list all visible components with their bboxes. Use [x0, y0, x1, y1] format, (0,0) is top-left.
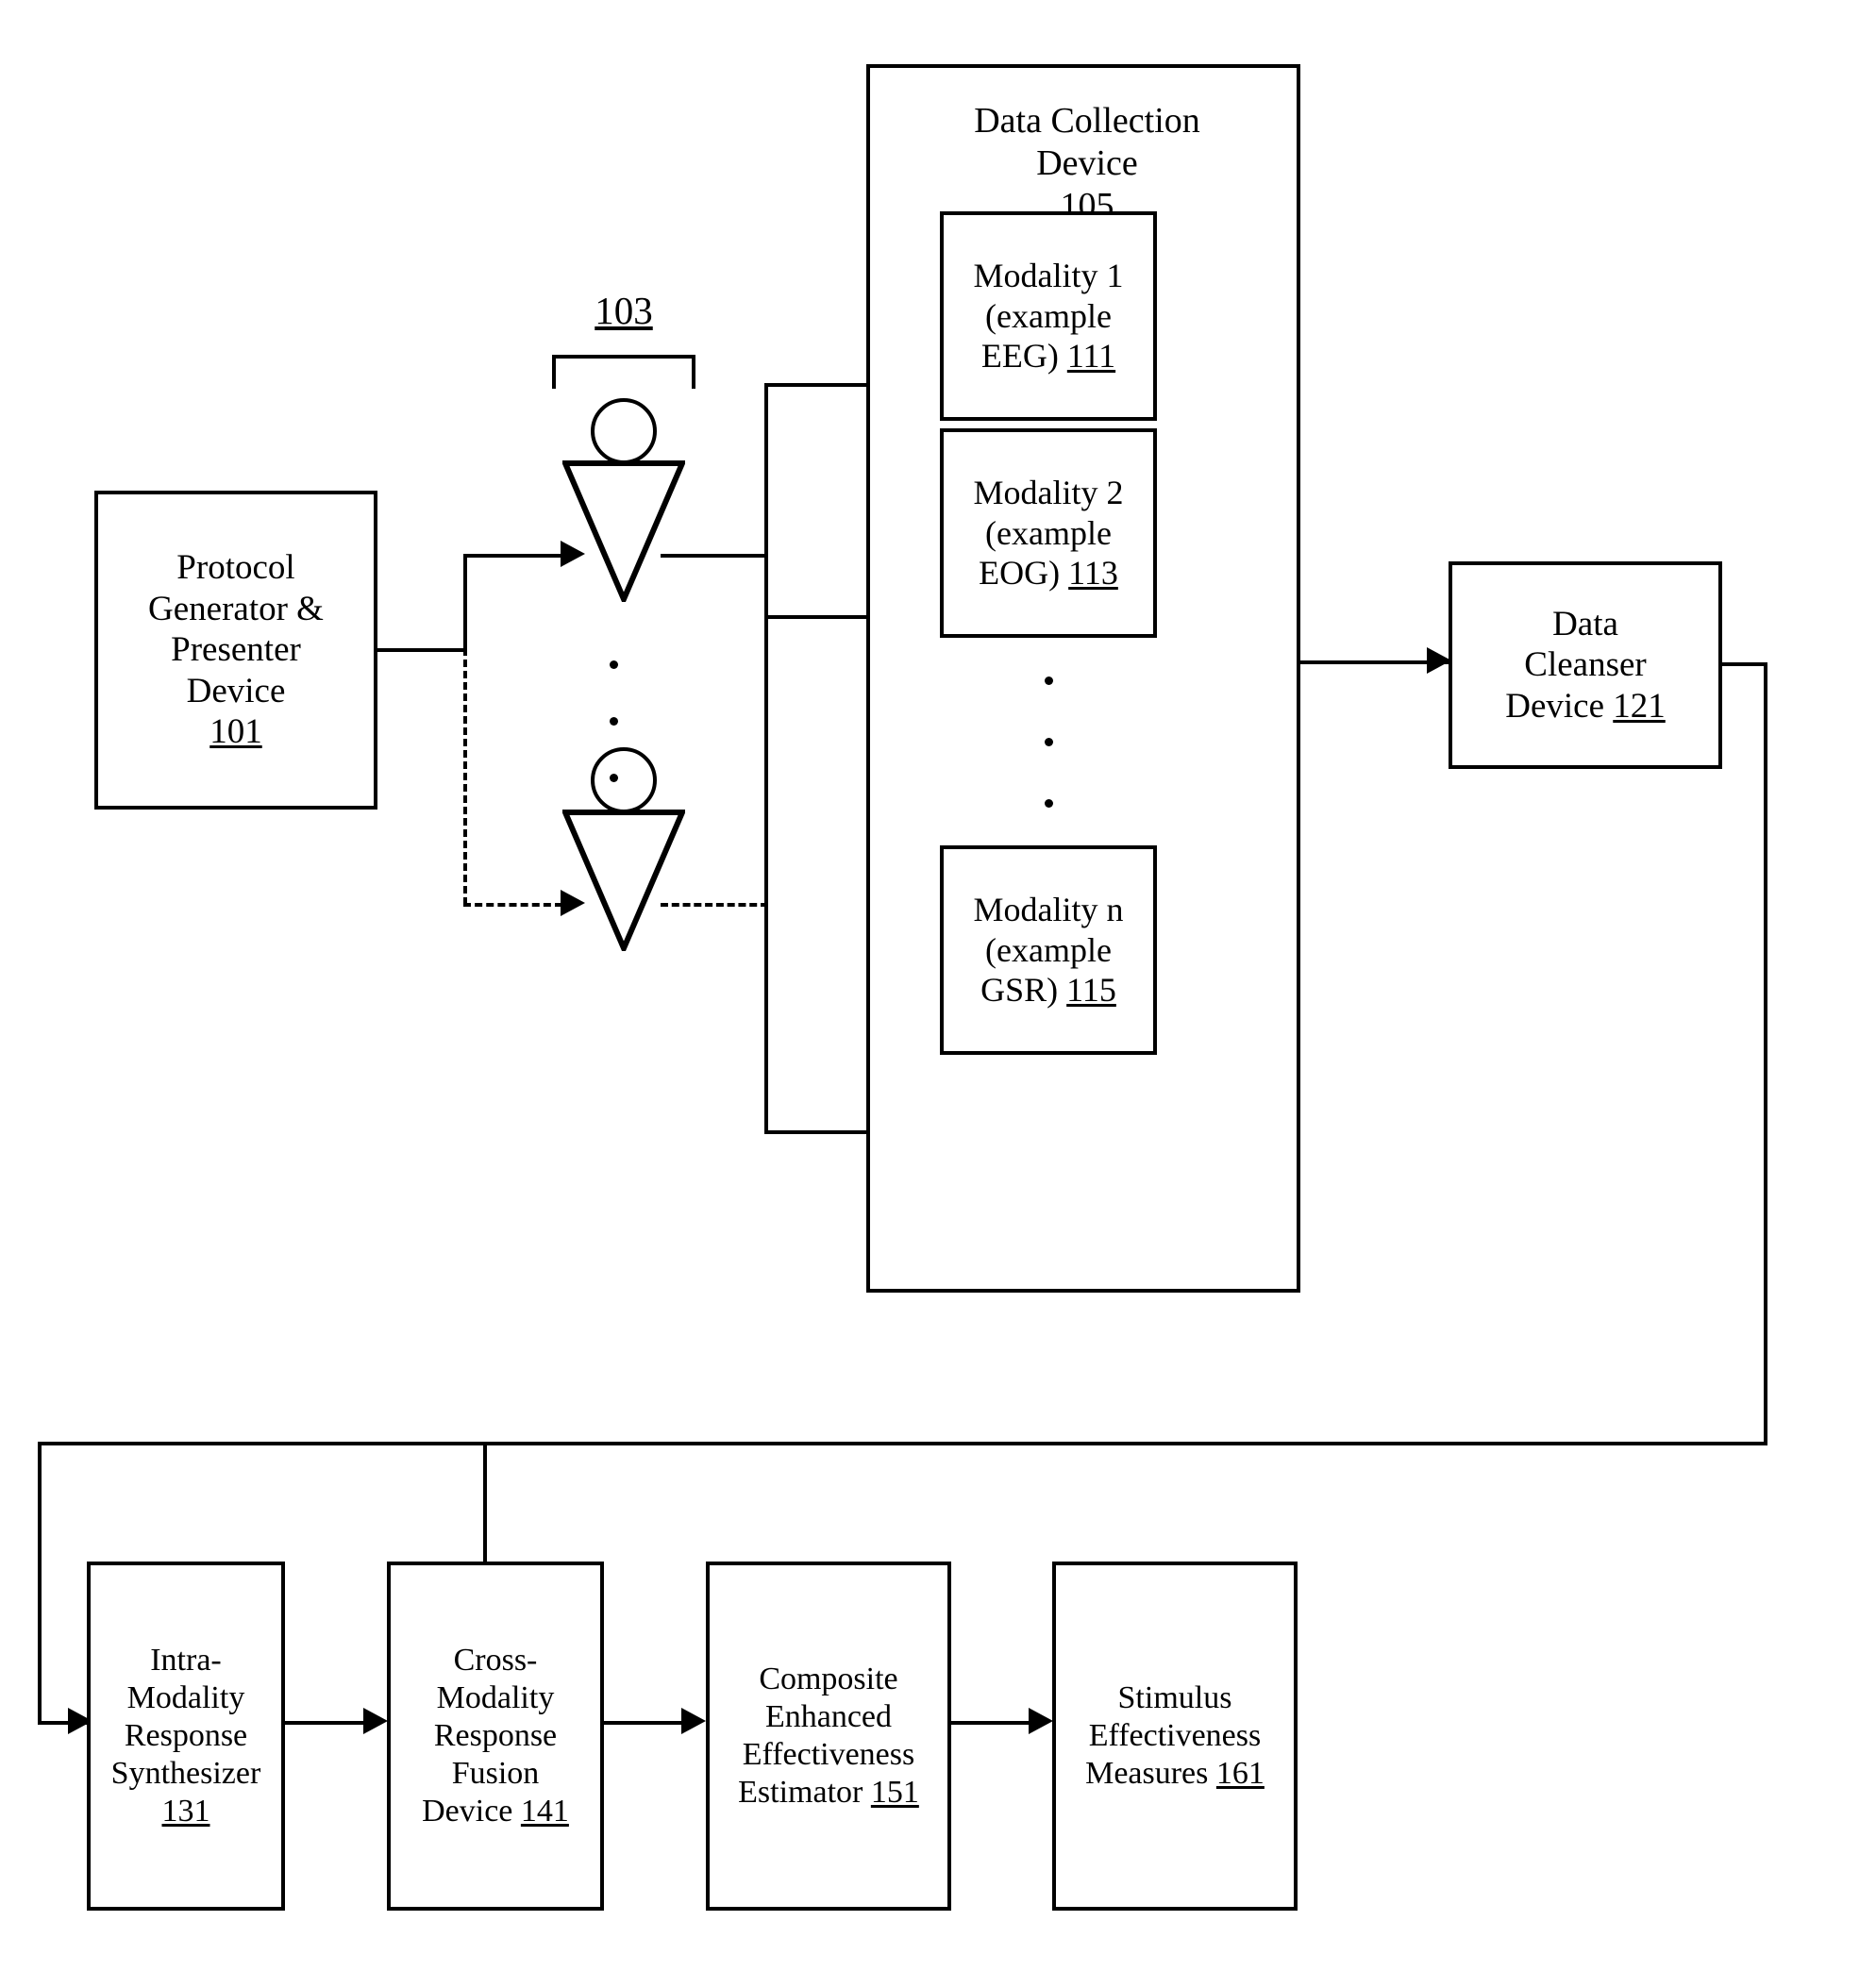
subjects-group-bracket — [552, 355, 695, 389]
modality-1-ref: 111 — [1066, 337, 1116, 376]
person-2-body-icon — [562, 810, 685, 951]
subject-person-2 — [562, 747, 685, 951]
patent-figure: Protocol Generator & Presenter Device 10… — [0, 0, 1876, 1971]
intra-modality-line3: Response — [124, 1717, 248, 1753]
wire-cleanser-drop — [1764, 662, 1767, 1445]
protocol-generator-line1: Protocol — [176, 547, 295, 587]
protocol-generator-line4: Device — [186, 671, 286, 710]
block-protocol-generator-presenter-device[interactable]: Protocol Generator & Presenter Device 10… — [94, 491, 377, 810]
ellipsis-dot-subjects-1 — [610, 660, 618, 669]
modality-1-line1: Modality 1 — [973, 257, 1124, 295]
wire-to-person-2-dashed — [463, 903, 562, 907]
channel-bottom-bottomedge — [764, 1130, 873, 1134]
person-1-body-icon — [562, 460, 685, 602]
block-modality-1[interactable]: Modality 1 (example EEG) 111 — [940, 211, 1157, 421]
stimulus-measures-line2: Effectiveness — [1088, 1717, 1262, 1753]
block-intra-modality-response-synthesizer[interactable]: Intra- Modality Response Synthesizer 131 — [87, 1562, 285, 1911]
arrow-composite-to-stimulus — [1029, 1708, 1053, 1734]
intra-modality-line2: Modality — [126, 1679, 245, 1715]
modality-1-line3: EEG) — [980, 337, 1059, 376]
cross-modality-ref: 141 — [520, 1794, 569, 1829]
wire-101-riser — [463, 554, 467, 652]
modality-n-line3: GSR) — [980, 971, 1059, 1010]
composite-estimator-line2: Enhanced — [764, 1698, 893, 1734]
data-cleanser-line2: Cleanser — [1524, 645, 1647, 685]
cross-modality-line5: Device — [422, 1794, 513, 1829]
wire-bottom-bus — [38, 1442, 1767, 1445]
data-collection-line1: Data Collection — [974, 101, 1200, 141]
wire-person-2-out-dashed — [661, 903, 768, 907]
data-cleanser-line1: Data — [1552, 604, 1618, 643]
modality-n-ref: 115 — [1066, 971, 1116, 1010]
ellipsis-dot-modality-2 — [1045, 738, 1053, 746]
cross-modality-line3: Response — [433, 1717, 558, 1753]
block-stimulus-effectiveness-measures[interactable]: Stimulus Effectiveness Measures 161 — [1052, 1562, 1298, 1911]
wire-bus-drop-intra — [38, 1442, 42, 1725]
intra-modality-ref: 131 — [161, 1794, 210, 1829]
wire-to-person-1 — [463, 554, 562, 558]
composite-estimator-line3: Effectiveness — [742, 1737, 915, 1772]
cross-modality-line1: Cross- — [453, 1642, 538, 1678]
ellipsis-dot-subjects-3 — [610, 774, 618, 782]
composite-estimator-ref: 151 — [870, 1775, 919, 1811]
data-collection-line2: Device — [1036, 142, 1138, 183]
modality-2-line1: Modality 2 — [973, 474, 1124, 512]
subject-person-1 — [562, 398, 685, 602]
modality-2-ref: 113 — [1068, 554, 1118, 593]
person-2-head-icon — [591, 747, 657, 813]
arrow-intra-to-cross — [363, 1708, 388, 1734]
channel-bottom-leftedge — [764, 615, 768, 1134]
stimulus-measures-ref: 161 — [1215, 1756, 1265, 1792]
subjects-group-ref-label: 103 — [595, 289, 653, 332]
block-data-collection-device[interactable]: Data Collection Device 105 Modality 1 (e… — [866, 64, 1300, 1293]
channel-top-bottomedge — [764, 615, 873, 619]
modality-1-line2: (example — [985, 296, 1112, 335]
arrow-cross-to-composite — [681, 1708, 706, 1734]
channel-top-leftedge — [764, 383, 768, 619]
block-data-cleanser-device[interactable]: Data Cleanser Device 121 — [1449, 561, 1722, 769]
ellipsis-dot-subjects-2 — [610, 717, 618, 726]
composite-estimator-line1: Composite — [759, 1661, 898, 1696]
modality-2-line2: (example — [985, 513, 1112, 552]
wire-101-dashed-drop — [463, 648, 467, 905]
protocol-generator-line3: Presenter — [171, 630, 301, 670]
data-cleanser-ref: 121 — [1613, 686, 1666, 726]
modality-2-line3: EOG) — [979, 554, 1061, 593]
channel-top-topedge — [764, 383, 873, 387]
wire-composite-to-stimulus — [951, 1721, 1038, 1725]
data-collection-device-title: Data Collection Device 105 — [870, 100, 1304, 226]
block-cross-modality-response-fusion-device[interactable]: Cross- Modality Response Fusion Device 1… — [387, 1562, 604, 1911]
wire-intra-to-cross — [285, 1721, 365, 1725]
wire-cleanser-out — [1718, 662, 1767, 666]
stimulus-measures-line3: Measures — [1085, 1756, 1209, 1792]
arrow-to-person-1 — [561, 541, 585, 567]
person-1-head-icon — [591, 398, 657, 464]
wire-101-out — [377, 648, 467, 652]
protocol-generator-line2: Generator & — [148, 589, 324, 628]
protocol-generator-ref: 101 — [209, 712, 262, 752]
arrow-to-person-2 — [561, 890, 585, 916]
block-modality-n[interactable]: Modality n (example GSR) 115 — [940, 845, 1157, 1055]
intra-modality-line4: Synthesizer — [110, 1756, 261, 1792]
wire-person-1-out — [661, 554, 768, 558]
modality-n-line1: Modality n — [973, 891, 1124, 929]
composite-estimator-line4: Estimator — [738, 1775, 863, 1811]
cross-modality-line4: Fusion — [451, 1756, 540, 1792]
cross-modality-line2: Modality — [436, 1679, 555, 1715]
ellipsis-dot-modality-1 — [1045, 676, 1053, 685]
wire-cross-to-composite — [604, 1721, 691, 1725]
data-cleanser-line3: Device — [1505, 686, 1605, 726]
intra-modality-line1: Intra- — [150, 1642, 222, 1678]
stimulus-measures-line1: Stimulus — [1117, 1679, 1232, 1715]
modality-n-line2: (example — [985, 930, 1112, 969]
ellipsis-dot-modality-3 — [1045, 799, 1053, 808]
block-composite-enhanced-effectiveness-estimator[interactable]: Composite Enhanced Effectiveness Estimat… — [706, 1562, 951, 1911]
block-modality-2[interactable]: Modality 2 (example EOG) 113 — [940, 428, 1157, 638]
